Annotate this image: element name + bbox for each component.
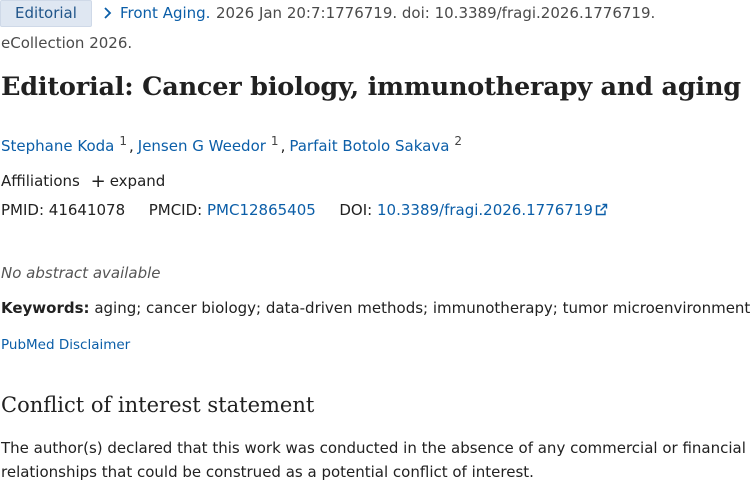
article-title: Editorial: Cancer biology, immunotherapy… (1, 72, 741, 102)
doi-value: 10.3389/fragi.2026.1776719 (377, 201, 593, 219)
keywords-row: Keywords: aging; cancer biology; data-dr… (1, 299, 750, 317)
chevron-right-icon (104, 7, 112, 19)
keywords-text: aging; cancer biology; data-driven metho… (94, 299, 750, 317)
citation-details: 2026 Jan 20:7:1776719. doi: 10.3389/frag… (216, 4, 656, 22)
author-link[interactable]: Parfait Botolo Sakava (289, 137, 449, 155)
author-separator: , (128, 137, 134, 155)
ecollection-text: eCollection 2026. (1, 34, 133, 52)
citation-line: Editorial Front Aging. 2026 Jan 20:7:177… (0, 0, 750, 28)
doi-label: DOI: (339, 201, 373, 219)
author-list: Stephane Koda 1, Jensen G Weedor 1, Parfait … (1, 134, 464, 155)
affiliation-marker[interactable]: 2 (452, 134, 464, 148)
pmid-value: 41641078 (48, 201, 126, 219)
doi-link[interactable]: 10.3389/fragi.2026.1776719 (377, 201, 608, 219)
publication-type-badge: Editorial (0, 0, 92, 27)
conflict-of-interest-text: The author(s) declared that this work wa… (1, 439, 746, 481)
pmcid-link[interactable]: PMC12865405 (207, 201, 316, 219)
conflict-of-interest-heading: Conflict of interest statement (1, 393, 315, 417)
affiliation-marker[interactable]: 1 (269, 134, 281, 148)
journal-link[interactable]: Front Aging. (120, 4, 210, 22)
affiliations-label: Affiliations (1, 172, 80, 190)
pmcid-label: PMCID: (148, 201, 203, 219)
identifiers-row: PMID: 41641078 PMCID: PMC12865405 DOI: 1… (1, 201, 608, 219)
pmid-label: PMID: (1, 201, 45, 219)
affiliations-expand-button[interactable]: + expand (90, 171, 166, 192)
affiliation-marker[interactable]: 1 (117, 134, 129, 148)
author-link[interactable]: Jensen G Weedor (138, 137, 266, 155)
expand-label: expand (109, 172, 166, 190)
author-separator: , (280, 137, 286, 155)
plus-icon: + (90, 171, 106, 192)
pubmed-disclaimer-link[interactable]: PubMed Disclaimer (1, 337, 130, 353)
affiliations-row: Affiliations + expand (1, 171, 166, 192)
external-link-icon (595, 203, 608, 216)
no-abstract-note: No abstract available (1, 264, 161, 282)
author-link[interactable]: Stephane Koda (1, 137, 114, 155)
keywords-label: Keywords: (1, 299, 90, 317)
